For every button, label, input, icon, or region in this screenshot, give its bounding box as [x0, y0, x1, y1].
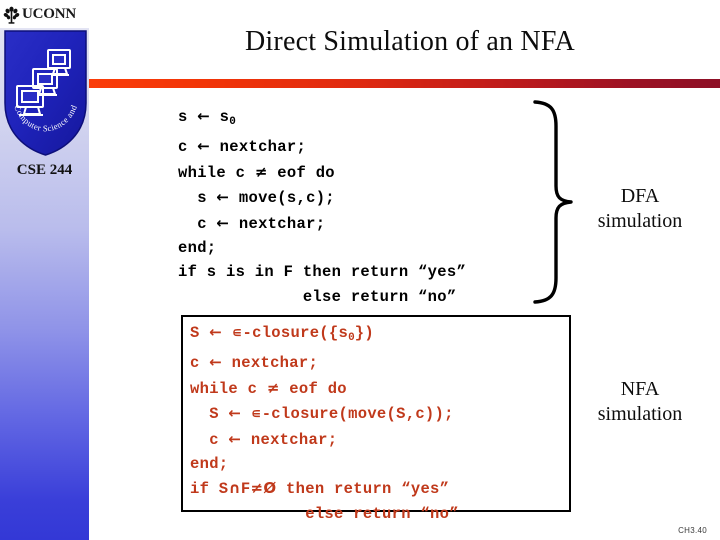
nfa-label-line2: simulation [597, 403, 683, 425]
nfa-code-line: S ← ∊-closure(move(S,c)); [190, 404, 454, 424]
course-code-label: CSE 244 [16, 162, 73, 178]
nfa-code-line: else return “no” [190, 504, 459, 523]
dfa-code-line: else return “no” [178, 287, 457, 306]
title-divider-rule [89, 79, 720, 88]
uconn-wordmark: UCONN [22, 5, 76, 22]
dfa-annotation-label: DFA simulation [565, 184, 715, 234]
nfa-code-line: end; [190, 455, 229, 474]
dfa-code-line: if s is in F then return “yes” [178, 263, 467, 282]
dfa-code-line: s ← move(s,c); [178, 188, 335, 208]
nfa-label-line1: NFA [620, 378, 660, 400]
nfa-code-line: c ← nextchar; [190, 353, 319, 373]
nfa-code-line: c ← nextchar; [190, 429, 338, 449]
nfa-pseudocode-block: S ← ∊-closure({s0}) c ← nextchar; while … [190, 320, 459, 526]
dfa-label-line1: DFA [620, 185, 660, 207]
sidebar: UCONN Computer Science and CSE 244 [0, 0, 89, 540]
nfa-code-line: if S∩F≠Ø then return “yes” [190, 479, 450, 499]
dfa-pseudocode-block: s ← s0 c ← nextchar; while c ≠ eof do s … [178, 104, 466, 309]
nfa-annotation-label: NFA simulation [565, 377, 715, 427]
uconn-branding: UCONN [0, 0, 89, 28]
slide-reference-footer: CH3.40 [678, 526, 707, 535]
dfa-code-line: c ← nextchar; [178, 137, 307, 157]
page-title: Direct Simulation of an NFA [245, 26, 575, 57]
nfa-code-line: while c ≠ eof do [190, 378, 347, 398]
dfa-label-line2: simulation [597, 210, 683, 232]
nfa-code-line: S ← ∊-closure({s0}) [190, 323, 374, 344]
cse-shield-logo-icon: Computer Science and Engineering [0, 21, 88, 157]
dfa-code-line: while c ≠ eof do [178, 162, 335, 182]
dfa-code-line: c ← nextchar; [178, 213, 326, 233]
dfa-code-line: end; [178, 239, 217, 258]
dfa-code-line: s ← s0 [178, 107, 236, 128]
slide-canvas: UCONN Computer Science and CSE 244 Direc… [0, 0, 720, 540]
oak-tree-crest-icon [3, 5, 20, 24]
